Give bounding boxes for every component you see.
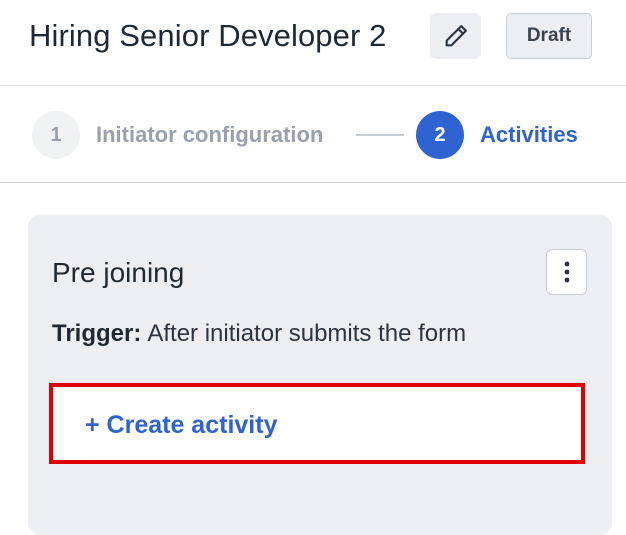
trigger-label: Trigger:: [52, 320, 142, 347]
create-activity-label[interactable]: + Create activity: [85, 411, 277, 440]
step-2-label[interactable]: Activities: [480, 122, 578, 148]
stage-trigger: Trigger: After initiator submits the form: [52, 320, 466, 348]
create-activity-button[interactable]: + Create activity: [49, 383, 585, 464]
stage-menu-button[interactable]: [546, 249, 587, 295]
stepper: 1 Initiator configuration 2 Activities: [0, 87, 626, 183]
stage-title: Pre joining: [52, 257, 185, 288]
step-1-number[interactable]: 1: [32, 111, 80, 159]
step-2-number[interactable]: 2: [416, 111, 464, 159]
step-connector: [356, 134, 404, 136]
stage-card: Pre joining Trigger: After initiator subm…: [28, 215, 612, 535]
page-header: Hiring Senior Developer 2 Draft: [0, 0, 626, 86]
kebab-menu-icon: [564, 261, 569, 283]
pencil-icon: [445, 25, 467, 47]
edit-title-button[interactable]: [430, 13, 481, 59]
trigger-value: After initiator submits the form: [147, 320, 467, 347]
page-title: Hiring Senior Developer 2: [29, 18, 387, 53]
step-1-label[interactable]: Initiator configuration: [96, 122, 323, 148]
status-badge: Draft: [506, 13, 592, 59]
